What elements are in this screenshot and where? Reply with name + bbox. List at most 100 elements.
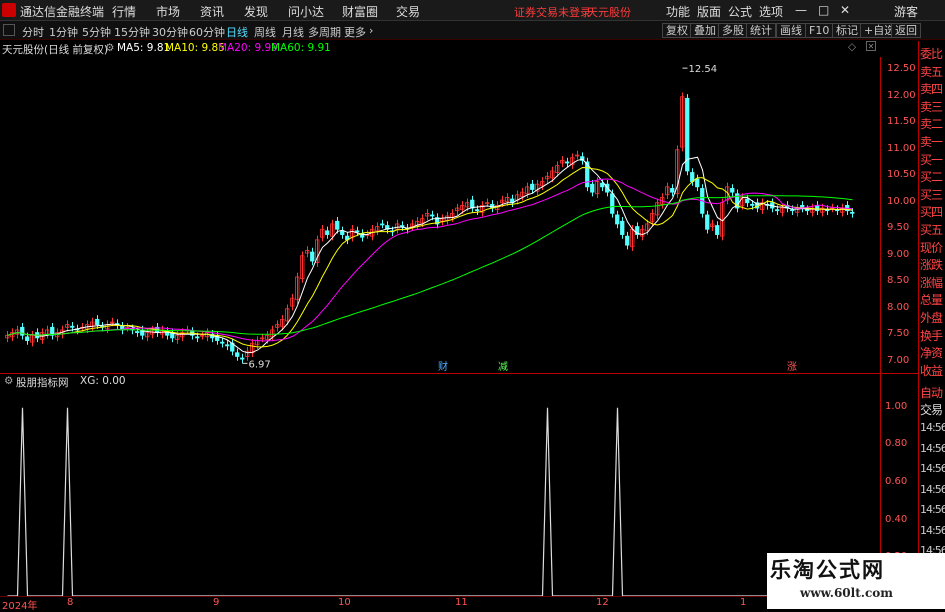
quote-label[interactable]: 买三 xyxy=(920,186,943,203)
quote-label[interactable]: 换手 xyxy=(920,327,943,344)
quote-label[interactable]: 卖三 xyxy=(920,98,943,115)
period-fenshi[interactable]: 分时 xyxy=(22,24,44,40)
candle[interactable] xyxy=(325,226,330,239)
candle[interactable] xyxy=(505,193,510,206)
candle[interactable] xyxy=(575,150,580,160)
candle[interactable] xyxy=(310,247,315,266)
quote-label[interactable]: 涨幅 xyxy=(920,274,943,291)
btn-diejia[interactable]: 叠加 xyxy=(690,23,720,38)
candle[interactable] xyxy=(125,323,130,332)
candle[interactable] xyxy=(580,152,585,165)
candle[interactable] xyxy=(20,323,25,340)
login-status[interactable]: 证券交易未登录 xyxy=(514,4,591,20)
candle[interactable] xyxy=(340,226,345,239)
menu-caifuquan[interactable]: 财富圈 xyxy=(342,3,378,20)
candle[interactable] xyxy=(685,94,690,176)
period-5min[interactable]: 5分钟 xyxy=(82,24,111,40)
btn-fuquan[interactable]: 复权 xyxy=(662,23,692,38)
indicator-name[interactable]: 股朋指标网 xyxy=(16,375,69,390)
menu-jiaoyi[interactable]: 交易 xyxy=(396,3,420,20)
quote-label[interactable]: 涨跌 xyxy=(920,256,943,273)
candle[interactable] xyxy=(180,328,185,342)
candle[interactable] xyxy=(50,323,55,340)
quote-label[interactable]: 卖五 xyxy=(920,63,943,80)
candle[interactable] xyxy=(725,182,730,205)
candle[interactable] xyxy=(760,198,765,214)
menu-gongshi[interactable]: 公式 xyxy=(728,3,752,20)
candle[interactable] xyxy=(830,203,835,213)
candle[interactable] xyxy=(545,172,550,184)
user-label[interactable]: 游客 xyxy=(894,3,918,20)
candle[interactable] xyxy=(570,153,575,169)
candle[interactable] xyxy=(515,190,520,205)
candle[interactable] xyxy=(665,182,670,200)
quote-label[interactable]: 外盘 xyxy=(920,309,943,326)
quote-label[interactable]: 现价 xyxy=(920,239,943,256)
close-pane-icon[interactable]: ✕ xyxy=(866,41,876,51)
candle[interactable] xyxy=(415,217,420,230)
pane-divider[interactable] xyxy=(0,373,918,374)
more-arrow-icon[interactable]: › xyxy=(369,24,373,37)
menu-hangqing[interactable]: 行情 xyxy=(112,3,136,20)
sidebar-toggle-icon[interactable] xyxy=(3,24,15,36)
candle[interactable] xyxy=(455,203,460,215)
candle[interactable] xyxy=(315,235,320,267)
candle[interactable] xyxy=(710,219,715,231)
candle[interactable] xyxy=(425,209,430,221)
candle[interactable] xyxy=(295,272,300,304)
menu-gongneng[interactable]: 功能 xyxy=(666,3,690,20)
settings-gear-icon[interactable]: ⚙ xyxy=(105,42,114,54)
btn-duogu[interactable]: 多股 xyxy=(718,23,748,38)
quote-label[interactable]: 买一 xyxy=(920,151,943,168)
candle[interactable] xyxy=(360,229,365,242)
candle[interactable] xyxy=(95,315,100,329)
candle[interactable] xyxy=(715,221,720,239)
period-1min[interactable]: 1分钟 xyxy=(49,24,78,40)
candle[interactable] xyxy=(230,338,235,356)
candle[interactable] xyxy=(530,179,535,194)
maximize-icon[interactable]: □ xyxy=(818,3,829,17)
marker-jian[interactable]: 减 xyxy=(498,358,508,373)
candle[interactable] xyxy=(695,174,700,192)
period-15min[interactable]: 15分钟 xyxy=(114,24,150,40)
candle[interactable] xyxy=(305,246,310,258)
period-weekly[interactable]: 周线 xyxy=(254,24,276,40)
candle[interactable] xyxy=(705,210,710,234)
quote-label[interactable]: 卖二 xyxy=(920,115,943,132)
quote-label[interactable]: 卖四 xyxy=(920,80,943,97)
quote-label[interactable]: 买五 xyxy=(920,221,943,238)
candle[interactable] xyxy=(735,189,740,213)
period-60min[interactable]: 60分钟 xyxy=(189,24,225,40)
candle[interactable] xyxy=(655,198,660,220)
candle[interactable] xyxy=(30,331,35,347)
candlestick-chart[interactable]: 12.546.97 xyxy=(0,57,880,375)
candle[interactable] xyxy=(290,293,295,311)
candle[interactable] xyxy=(65,320,70,332)
candle[interactable] xyxy=(410,219,415,231)
menu-wenxiaoda[interactable]: 问小达 xyxy=(288,3,324,20)
quote-label[interactable]: 买四 xyxy=(920,203,943,220)
candle[interactable] xyxy=(800,201,805,213)
period-more[interactable]: 更多 xyxy=(344,24,366,40)
candle[interactable] xyxy=(480,201,485,217)
candle[interactable] xyxy=(300,251,305,283)
candle[interactable] xyxy=(470,195,475,213)
btn-biaoji[interactable]: 标记 xyxy=(832,23,862,38)
quote-label[interactable]: 委比 xyxy=(920,45,943,62)
candle[interactable] xyxy=(350,225,355,242)
auto-trade-label[interactable]: 交易 xyxy=(920,401,943,418)
candle[interactable] xyxy=(535,179,540,196)
candle[interactable] xyxy=(745,194,750,207)
period-30min[interactable]: 30分钟 xyxy=(152,24,188,40)
candle[interactable] xyxy=(15,325,20,339)
candle[interactable] xyxy=(560,156,565,168)
quote-label[interactable]: 买二 xyxy=(920,168,943,185)
period-monthly[interactable]: 月线 xyxy=(282,24,304,40)
candle[interactable] xyxy=(250,338,255,357)
candle[interactable] xyxy=(45,325,50,339)
menu-faxian[interactable]: 发现 xyxy=(244,3,268,20)
marker-zhang[interactable]: 涨 xyxy=(787,358,797,373)
candle[interactable] xyxy=(615,210,620,229)
candle[interactable] xyxy=(220,337,225,348)
candle[interactable] xyxy=(440,214,445,226)
